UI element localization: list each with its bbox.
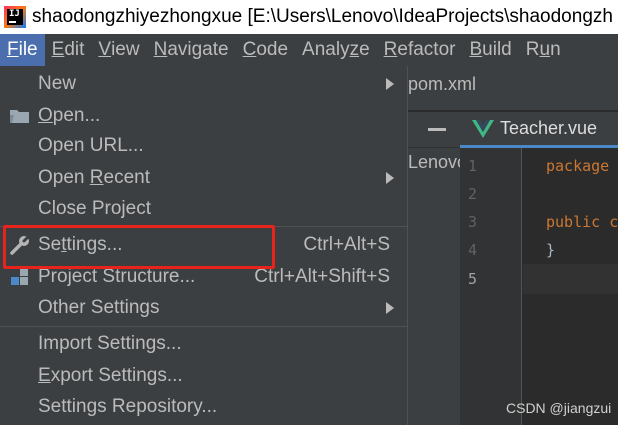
menu-item-label: New xyxy=(38,73,77,94)
menu-item-label: Project Structure... xyxy=(38,266,196,287)
menu-item-label: Settings Repository... xyxy=(38,396,218,417)
line-number: 3 xyxy=(468,213,478,231)
menu-item-other-settings[interactable]: Other Settings xyxy=(0,292,407,324)
menu-refactor[interactable]: Refactor xyxy=(377,34,463,66)
menu-edit[interactable]: Edit xyxy=(45,34,92,66)
menu-item-shortcut: Ctrl+Alt+Shift+S xyxy=(254,266,390,287)
annotation-highlight-box xyxy=(3,225,275,269)
project-panel-header xyxy=(408,112,460,148)
project-structure-icon xyxy=(8,266,32,288)
menu-build[interactable]: Build xyxy=(462,34,518,66)
menu-item-shortcut: Ctrl+Alt+S xyxy=(303,234,390,255)
menu-item-open-url[interactable]: Open URL... xyxy=(0,130,407,162)
menu-item-label: Close Project xyxy=(38,198,151,219)
menu-navigate[interactable]: Navigate xyxy=(147,34,236,66)
menu-item-label: Open... xyxy=(38,105,101,126)
menu-item-open[interactable]: Open... xyxy=(0,100,407,132)
menu-file[interactable]: File xyxy=(0,34,45,66)
menu-item-label: Open Recent xyxy=(38,167,150,188)
menu-analyze[interactable]: Analy z e xyxy=(295,34,377,66)
window-title: shaodongzhiyezhongxue [E:\Users\Lenovo\I… xyxy=(32,6,613,27)
intellij-logo-icon: IJ xyxy=(4,6,26,28)
menu-item-export-settings[interactable]: Export Settings... xyxy=(0,360,407,392)
folder-icon xyxy=(8,105,32,127)
code-line: public c xyxy=(546,213,618,231)
title-bar: IJ shaodongzhiyezhongxue [E:\Users\Lenov… xyxy=(0,0,618,34)
menu-code[interactable]: Code xyxy=(236,34,295,66)
menu-item-new[interactable]: New xyxy=(0,68,407,100)
submenu-arrow-icon xyxy=(386,172,394,184)
menu-item-label: Import Settings... xyxy=(38,333,182,354)
menu-run[interactable]: Run xyxy=(519,34,568,66)
submenu-arrow-icon xyxy=(386,302,394,314)
menu-separator xyxy=(0,326,407,327)
menu-item-label: Export Settings... xyxy=(38,365,183,386)
line-number: 4 xyxy=(468,241,478,259)
editor-tab-teacher-vue[interactable]: Teacher.vue xyxy=(500,118,597,139)
line-number: 1 xyxy=(468,157,478,175)
menu-item-label: Open URL... xyxy=(38,135,144,156)
collapse-icon[interactable] xyxy=(428,128,446,131)
menu-view[interactable]: View xyxy=(91,34,146,66)
editor-tab-bar: Teacher.vue xyxy=(460,112,618,148)
menu-item-label: Other Settings xyxy=(38,297,160,318)
menu-item-import-settings[interactable]: Import Settings... xyxy=(0,328,407,360)
project-panel xyxy=(408,148,460,425)
line-number: 5 xyxy=(468,270,478,288)
menu-item-open-recent[interactable]: Open Recent xyxy=(0,162,407,194)
vue-icon xyxy=(472,119,494,138)
watermark: CSDN @jiangzui xyxy=(506,400,612,416)
menu-bar: File Edit View Navigate Code Analy z e Ref… xyxy=(0,34,618,66)
file-tab-pom[interactable]: pom.xml xyxy=(408,74,476,95)
menu-item-settings-repository[interactable]: Settings Repository... xyxy=(0,391,407,423)
code-line: } xyxy=(546,241,556,259)
menu-item-close-project[interactable]: Close Project xyxy=(0,193,407,225)
project-tree-text[interactable]: Lenovo xyxy=(408,152,460,173)
submenu-arrow-icon xyxy=(386,78,394,90)
current-line-highlight xyxy=(523,264,618,294)
code-line: package xyxy=(546,157,610,175)
line-number: 2 xyxy=(468,185,478,203)
